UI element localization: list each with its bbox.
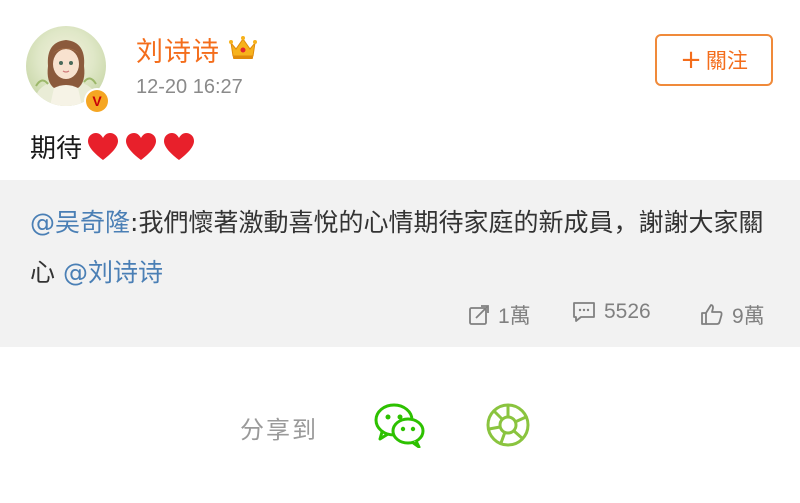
repost-actions: 1萬 5526 9萬: [0, 300, 800, 334]
verified-v-icon: V: [86, 90, 108, 112]
thumbs-up-icon: [701, 304, 723, 325]
follow-label: 關注: [705, 49, 748, 73]
post-text: 期待: [30, 134, 83, 164]
like-action[interactable]: 9萬: [700, 300, 765, 330]
share-to-label: 分享到: [240, 416, 318, 444]
username[interactable]: 刘诗诗: [136, 30, 220, 69]
weibo-post-page: V 刘诗诗 12-20 16:27 + 關注 期待 @吴奇隆:我們懷著激動喜悅的…: [0, 0, 800, 503]
comment-count: 5526: [604, 300, 651, 323]
plus-icon: +: [680, 45, 702, 75]
heart-icon: [164, 132, 195, 160]
share-icon: [469, 305, 489, 325]
like-count: 9萬: [732, 305, 765, 328]
post-content: 期待: [30, 128, 196, 165]
heart-icon: [126, 132, 157, 160]
post-header: V 刘诗诗 12-20 16:27 + 關注: [0, 0, 800, 120]
comment-icon: [573, 302, 595, 322]
crown-icon: [229, 36, 257, 59]
moments-icon[interactable]: [485, 402, 531, 448]
avatar[interactable]: V: [26, 26, 110, 114]
share-count: 1萬: [498, 305, 531, 328]
reposted-content[interactable]: @吴奇隆:我們懷著激動喜悅的心情期待家庭的新成員，謝謝大家關心 @刘诗诗 1萬: [0, 180, 800, 347]
mention-author-link[interactable]: @吴奇隆: [30, 208, 130, 237]
repost-text: @吴奇隆:我們懷著激動喜悅的心情期待家庭的新成員，謝謝大家關心 @刘诗诗: [30, 198, 770, 298]
wechat-icon[interactable]: [374, 402, 426, 448]
comment-action[interactable]: 5526: [572, 300, 651, 324]
post-timestamp: 12-20 16:27: [136, 76, 243, 98]
share-action[interactable]: 1萬: [468, 300, 531, 330]
heart-icon: [88, 132, 119, 160]
verified-badge: V: [84, 88, 110, 114]
follow-button[interactable]: + 關注: [655, 34, 773, 86]
mention-tail-link[interactable]: @刘诗诗: [63, 258, 163, 287]
